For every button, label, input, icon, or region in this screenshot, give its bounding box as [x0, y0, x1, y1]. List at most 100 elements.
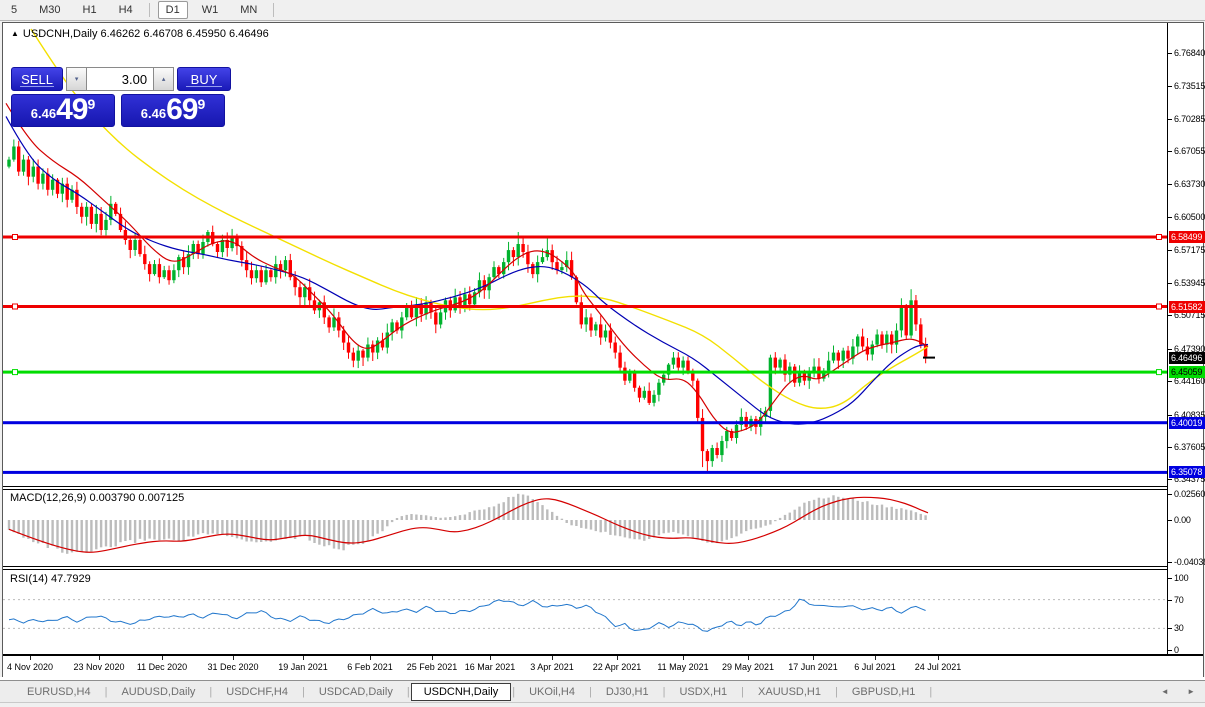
volume-stepper: ▾ ▴ [66, 67, 174, 91]
macd-histogram-bar [396, 518, 398, 520]
sell-button[interactable]: SELL [11, 67, 63, 91]
candle-body [41, 174, 44, 184]
date-tick-mark [938, 656, 939, 660]
candle-body [517, 244, 520, 257]
chart-tab-usdcad[interactable]: USDCAD,Daily [306, 683, 406, 701]
candle-body [507, 250, 510, 262]
horizontal-level-line[interactable] [3, 305, 1167, 308]
chart-tab-audusd[interactable]: AUDUSD,Daily [108, 683, 208, 701]
macd-histogram-bar [561, 519, 563, 520]
chart-tab-eurusd[interactable]: EURUSD,H4 [14, 683, 104, 701]
mt4-terminal: { "toolbar": {"items": ["5","M30","H1","… [0, 0, 1205, 707]
macd-histogram-bar [115, 520, 117, 546]
candle-body [643, 391, 646, 398]
candle-body [148, 264, 151, 274]
tab-scroll-left-icon[interactable]: ◄ [1161, 687, 1169, 696]
timeframe-button-h4[interactable]: H4 [111, 1, 141, 19]
horizontal-level-line[interactable] [3, 236, 1167, 239]
candle-body [260, 270, 263, 282]
level-price-label: 6.45059 [1169, 366, 1205, 378]
candle-body [895, 331, 898, 345]
date-tick-mark [162, 656, 163, 660]
horizontal-level-line[interactable] [3, 371, 1167, 374]
date-tick-mark [233, 656, 234, 660]
candle-body [51, 180, 54, 190]
chart-tab-usdx[interactable]: USDX,H1 [666, 683, 740, 701]
volume-down-button[interactable]: ▾ [66, 67, 87, 91]
macd-histogram-bar [895, 509, 897, 520]
buy-button[interactable]: BUY [177, 67, 231, 91]
axis-tick-mark [1168, 650, 1172, 651]
candle-body [172, 270, 175, 280]
macd-histogram-bar [726, 520, 728, 540]
macd-histogram-bar [158, 520, 160, 540]
timeframe-button-mn[interactable]: MN [232, 1, 265, 19]
candle-body [560, 267, 563, 270]
timeframe-button-m30[interactable]: M30 [31, 1, 68, 19]
macd-histogram-bar [362, 520, 364, 544]
candle-body [357, 351, 360, 361]
macd-histogram-bar [56, 520, 58, 549]
pane-separator-macd[interactable] [3, 486, 1203, 490]
macd-histogram-bar [842, 498, 844, 520]
candle-body [866, 347, 869, 355]
macd-histogram-bar [507, 497, 509, 520]
macd-histogram-bar [90, 520, 92, 552]
chevron-down-icon: ▾ [75, 75, 79, 83]
macd-histogram-bar [789, 513, 791, 520]
tab-separator: | [512, 686, 515, 698]
date-label: 11 May 2021 [648, 662, 718, 672]
rsi-label: RSI(14) 47.7929 [10, 573, 91, 585]
axis-tick-label: 100 [1174, 573, 1188, 583]
timeframe-button-d1[interactable]: D1 [158, 1, 188, 19]
current-price-label: 6.46496 [1169, 352, 1205, 364]
macd-histogram-bar [289, 520, 291, 538]
one-click-trading-panel: SELL ▾ ▴ BUY 6.46499 6.46699 [11, 67, 231, 127]
axis-tick-mark [1168, 315, 1172, 316]
candle-body [594, 324, 597, 330]
volume-up-button[interactable]: ▴ [153, 67, 174, 91]
sell-price-box[interactable]: 6.46499 [11, 94, 115, 127]
collapse-icon[interactable]: ▲ [11, 29, 19, 38]
price-axis[interactable]: 6.768406.735156.702856.670556.637306.605… [1167, 23, 1203, 654]
axis-tick-label: -0.040385 [1174, 557, 1205, 567]
tab-scroll-right-icon[interactable]: ► [1187, 687, 1195, 696]
chart-tab-ukoil[interactable]: UKOil,H4 [516, 683, 588, 701]
macd-histogram-bar [401, 516, 403, 520]
level-line-handle [1157, 370, 1162, 375]
candle-body [623, 368, 626, 381]
macd-histogram-bar [857, 501, 859, 520]
horizontal-level-line[interactable] [3, 471, 1167, 474]
axis-tick-mark [1168, 53, 1172, 54]
axis-tick-label: 30 [1174, 623, 1184, 633]
buy-price-box[interactable]: 6.46699 [121, 94, 225, 127]
macd-histogram-bar [706, 520, 708, 543]
chart-tab-usdcnh[interactable]: USDCNH,Daily [411, 683, 512, 701]
macd-histogram-bar [376, 520, 378, 534]
candle-body [99, 214, 102, 230]
macd-histogram-bar [435, 517, 437, 520]
date-label: 24 Jul 2021 [903, 662, 973, 672]
volume-input[interactable] [87, 67, 153, 91]
date-label: 11 Dec 2020 [127, 662, 197, 672]
timeframe-button-h1[interactable]: H1 [75, 1, 105, 19]
chart-tab-dj30[interactable]: DJ30,H1 [593, 683, 662, 701]
macd-histogram-bar [139, 520, 141, 539]
date-axis[interactable]: 4 Nov 202023 Nov 202011 Dec 202031 Dec 2… [3, 656, 1167, 677]
horizontal-level-line[interactable] [3, 421, 1167, 424]
timeframe-button-w1[interactable]: W1 [194, 1, 227, 19]
timeframe-button-5[interactable]: 5 [3, 1, 25, 19]
macd-histogram-bar [920, 514, 922, 520]
macd-histogram-bar [163, 520, 165, 540]
axis-tick-mark [1168, 447, 1172, 448]
chart-tab-usdchf[interactable]: USDCHF,H4 [213, 683, 301, 701]
candle-body [133, 240, 136, 250]
pane-separator-rsi[interactable] [3, 566, 1203, 570]
macd-histogram-bar [687, 520, 689, 536]
chart-tab-xauusd[interactable]: XAUUSD,H1 [745, 683, 834, 701]
axis-tick-label: 6.53945 [1174, 278, 1205, 288]
tab-separator: | [589, 686, 592, 698]
candle-body [521, 244, 524, 252]
chart-tab-gbpusd[interactable]: GBPUSD,H1 [839, 683, 929, 701]
macd-histogram-bar [478, 510, 480, 520]
